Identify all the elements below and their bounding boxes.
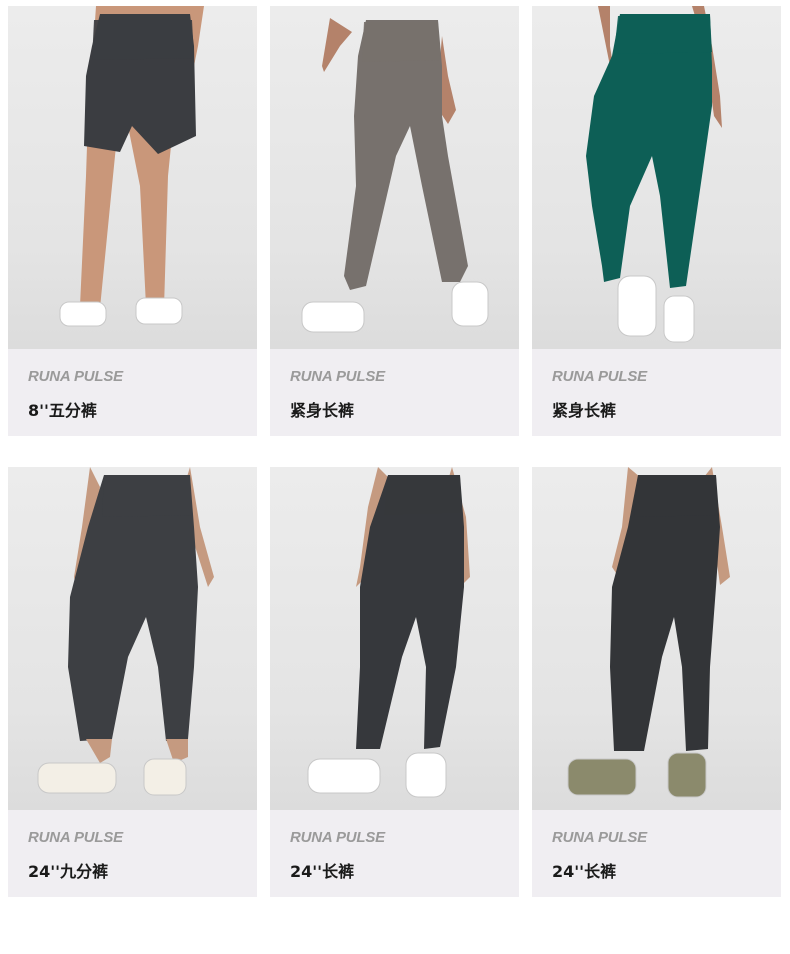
product-card[interactable]: RUNA PULSE 24''长裤 (270, 467, 519, 897)
product-info: RUNA PULSE 紧身长裤 (532, 349, 781, 436)
product-info: RUNA PULSE 24''长裤 (270, 810, 519, 897)
brand-label: RUNA PULSE (552, 368, 647, 385)
product-name: 紧身长裤 (290, 401, 355, 420)
brand-label: RUNA PULSE (552, 829, 647, 846)
product-name: 8''五分裤 (28, 401, 97, 420)
product-name: 24''长裤 (552, 862, 617, 881)
product-image-shorts[interactable] (8, 6, 257, 349)
product-card[interactable]: RUNA PULSE 24''长裤 (532, 467, 781, 897)
brand-label: RUNA PULSE (28, 829, 123, 846)
product-image-leggings[interactable] (270, 6, 519, 349)
product-image-ankle-leggings[interactable] (8, 467, 257, 810)
product-image-full-leggings[interactable] (270, 467, 519, 810)
product-info: RUNA PULSE 8''五分裤 (8, 349, 257, 436)
product-image-leggings[interactable] (532, 6, 781, 349)
product-image-full-leggings[interactable] (532, 467, 781, 810)
brand-label: RUNA PULSE (28, 368, 123, 385)
product-card[interactable]: RUNA PULSE 紧身长裤 (270, 6, 519, 436)
product-card[interactable]: RUNA PULSE 紧身长裤 (532, 6, 781, 436)
product-name: 紧身长裤 (552, 401, 617, 420)
product-card[interactable]: RUNA PULSE 8''五分裤 (8, 6, 257, 436)
product-name: 24''长裤 (290, 862, 355, 881)
product-card[interactable]: RUNA PULSE 24''九分裤 (8, 467, 257, 897)
brand-label: RUNA PULSE (290, 829, 385, 846)
brand-label: RUNA PULSE (290, 368, 385, 385)
product-info: RUNA PULSE 紧身长裤 (270, 349, 519, 436)
product-name: 24''九分裤 (28, 862, 109, 881)
product-grid: RUNA PULSE 8''五分裤 RUNA PULSE 紧身长裤 RUNA P… (0, 0, 790, 954)
product-info: RUNA PULSE 24''九分裤 (8, 810, 257, 897)
product-info: RUNA PULSE 24''长裤 (532, 810, 781, 897)
